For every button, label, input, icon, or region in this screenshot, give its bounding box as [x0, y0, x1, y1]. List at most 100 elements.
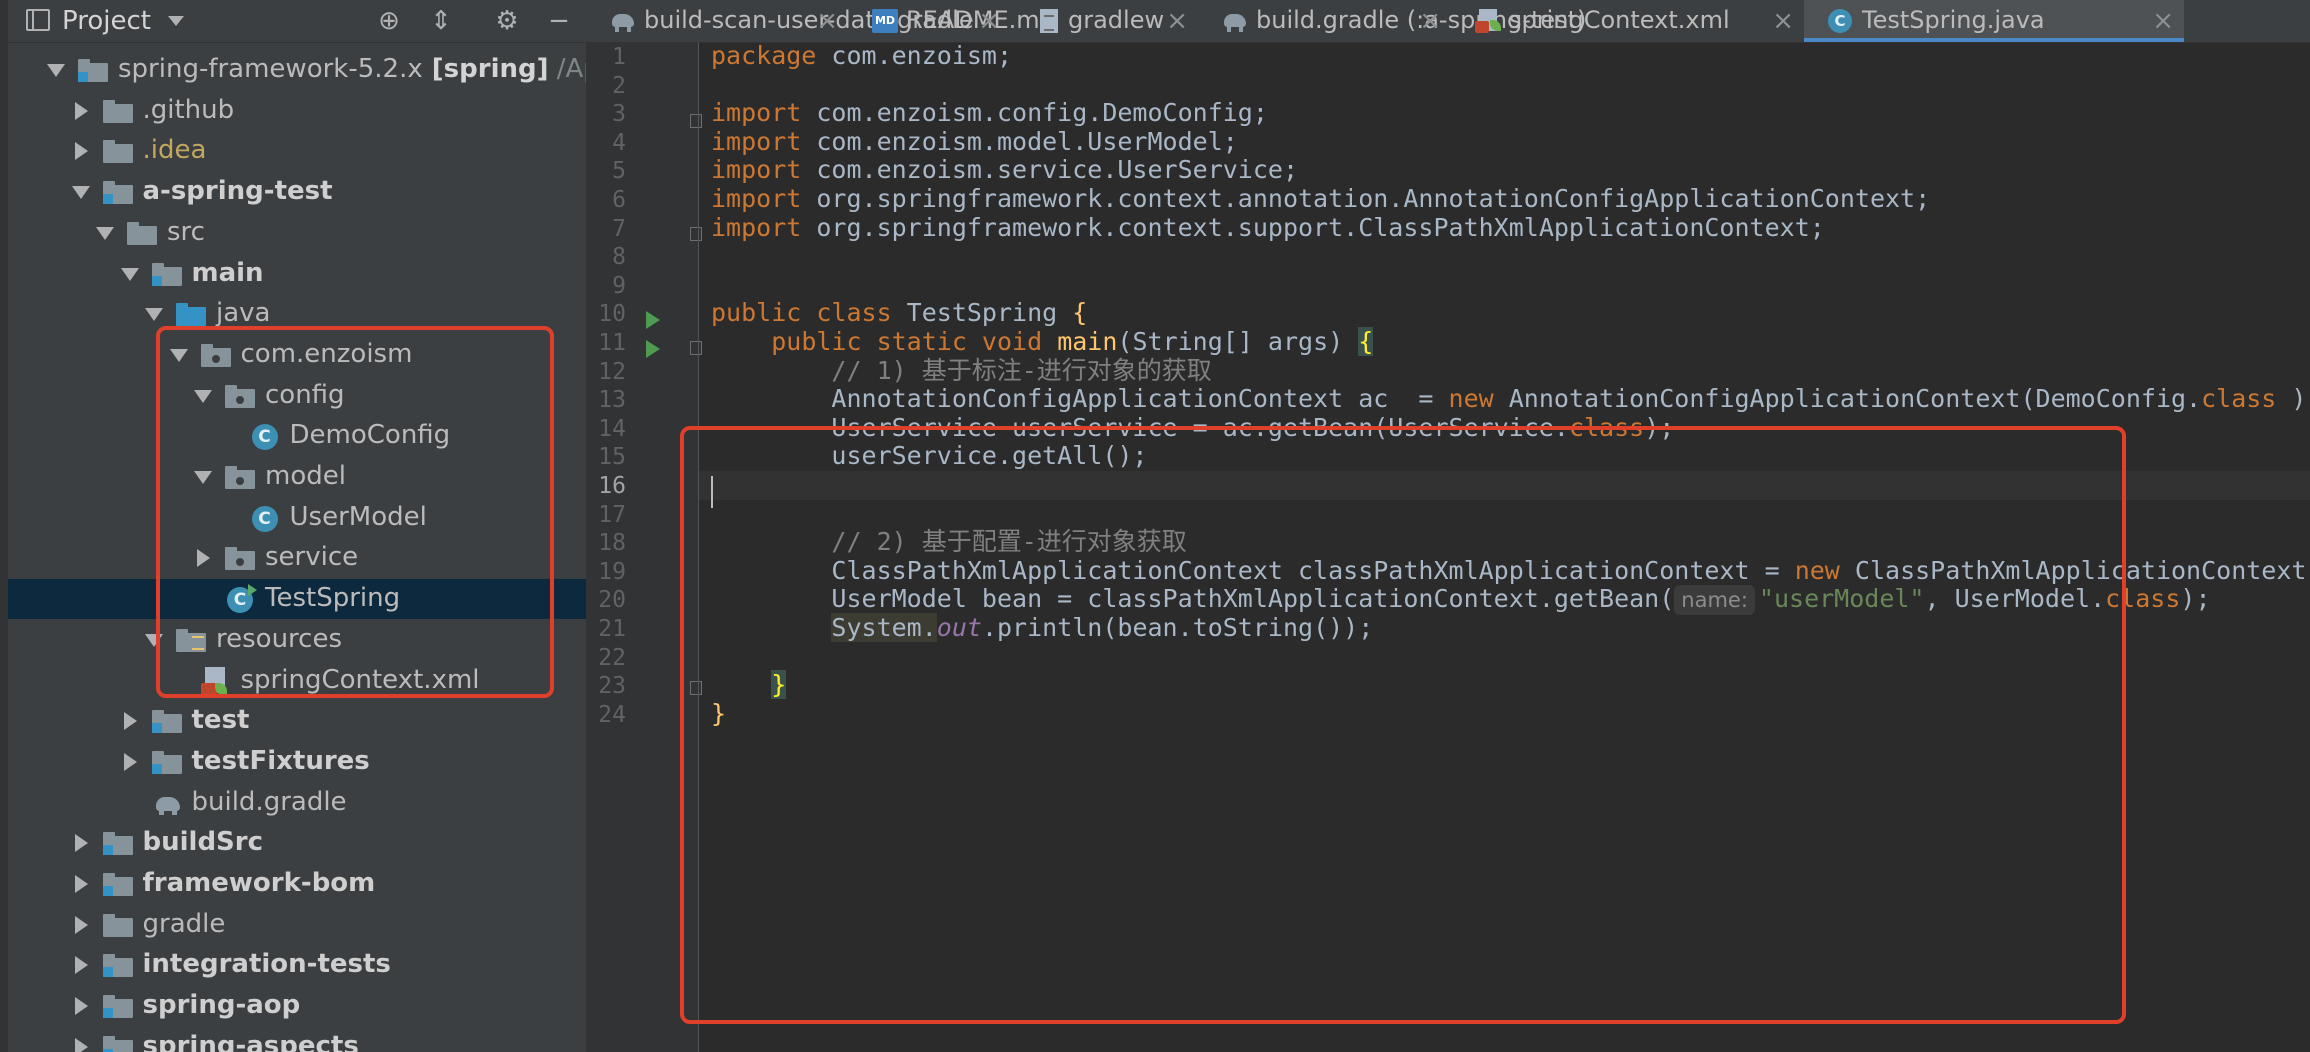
code-line: import org.springframework.context.suppo…	[699, 212, 2310, 243]
close-icon[interactable]: ×	[978, 6, 1000, 36]
tab-testspring-java[interactable]: C TestSpring.java ×	[1804, 0, 2184, 42]
code-line: AnnotationConfigApplicationContext ac = …	[699, 384, 2310, 414]
module-folder-icon	[102, 180, 133, 205]
run-icon[interactable]	[646, 311, 660, 330]
tree-item-gradle[interactable]: gradle	[0, 905, 586, 945]
code-token: org.springframework.context.support.Clas…	[816, 212, 1825, 242]
hide-icon[interactable]: −	[544, 6, 574, 36]
collapse-arrow-icon[interactable]	[197, 549, 210, 568]
expand-arrow-icon[interactable]	[145, 633, 163, 647]
collapse-arrow-icon[interactable]	[74, 875, 88, 893]
tree-item-name: a-spring-test	[142, 176, 333, 207]
expand-arrow-icon[interactable]	[71, 186, 90, 200]
chevron-down-icon[interactable]	[168, 16, 184, 26]
gear-icon[interactable]: ⚙	[492, 6, 522, 36]
expand-arrow-icon[interactable]	[145, 308, 163, 322]
code-token: com.enzoism.config.DemoConfig;	[816, 98, 1268, 128]
tree-item-resources[interactable]: resources	[0, 620, 586, 660]
close-icon[interactable]: ×	[1166, 6, 1188, 36]
tab-build-scan-user-data-gradle[interactable]: build-scan-user-data.gradle ×	[586, 0, 974, 42]
tree-item-name: .github	[142, 94, 235, 125]
collapse-arrow-icon[interactable]	[74, 997, 88, 1016]
code-line: }	[699, 699, 2310, 729]
tree-item--idea[interactable]: .idea	[0, 131, 586, 171]
tree-item-usermodel[interactable]: C UserModel	[0, 498, 586, 538]
tree-item-name: UserModel	[289, 501, 427, 532]
tab-springcontext-xml[interactable]: springContext.xml ×	[1451, 0, 1804, 42]
line-number: 8	[612, 244, 626, 271]
tree-item-label: resources	[216, 624, 342, 654]
folder-icon	[127, 221, 157, 245]
collapse-all-icon[interactable]: ⇕	[426, 6, 456, 36]
close-icon[interactable]: ×	[2152, 6, 2174, 36]
tree-item-testfixtures[interactable]: testFixtures	[0, 742, 586, 782]
expand-arrow-icon[interactable]	[169, 348, 188, 362]
code-area[interactable]: package com.enzoism; import com.enzoism.c…	[699, 42, 2310, 1052]
tree-item-framework-bom[interactable]: framework-bom	[0, 864, 586, 904]
tree-item-spring-aop[interactable]: spring-aop	[0, 986, 586, 1026]
tree-item-com-enzoism[interactable]: com.enzoism	[0, 335, 586, 375]
code-line: // 1) 基于标注-进行对象的获取	[699, 356, 2310, 386]
code-token: public static void	[771, 327, 1058, 356]
collapse-arrow-icon[interactable]	[74, 101, 88, 120]
collapse-arrow-icon[interactable]	[123, 752, 137, 771]
expand-arrow-icon[interactable]	[120, 267, 139, 281]
expand-arrow-icon[interactable]	[194, 471, 212, 484]
tree-item-config[interactable]: config	[0, 376, 586, 416]
close-icon[interactable]: ×	[1772, 6, 1794, 36]
run-icon[interactable]	[646, 339, 660, 358]
tree-item-name: test	[191, 705, 250, 736]
code-token: new	[1448, 384, 1509, 414]
tab-build-gradle-a-spring-test[interactable]: build.gradle (:a-spring-test) ×	[1198, 0, 1586, 42]
tree-item-java[interactable]: java	[0, 294, 586, 334]
tab-readme-md[interactable]: MD README.md ×	[848, 0, 1055, 42]
expand-arrow-icon[interactable]	[194, 389, 212, 403]
tree-item-spring-framework-5-2-x[interactable]: spring-framework-5.2.x [spring] /Applic	[0, 50, 586, 90]
collapse-arrow-icon[interactable]	[74, 915, 88, 934]
package-icon	[225, 465, 255, 489]
tree-item-name: buildSrc	[142, 827, 264, 858]
tree-item-name: testFixtures	[191, 745, 370, 776]
locate-icon[interactable]: ⊕	[374, 6, 404, 36]
close-icon[interactable]: ×	[816, 6, 838, 36]
project-panel-title[interactable]: Project	[62, 6, 151, 36]
tree-item-name: com.enzoism	[240, 338, 413, 369]
tree-item-module-tag: [spring]	[422, 54, 549, 84]
collapse-arrow-icon[interactable]	[74, 834, 88, 853]
tree-item-integration-tests[interactable]: integration-tests	[0, 945, 586, 985]
tree-item-democonfig[interactable]: C DemoConfig	[0, 416, 586, 456]
line-number: 9	[612, 272, 626, 299]
collapse-arrow-icon[interactable]	[74, 956, 88, 975]
line-number: 2	[612, 72, 626, 99]
code-token: import	[711, 155, 817, 185]
tree-item-label: spring-aop	[143, 990, 301, 1020]
code-line: System.out.println(bean.toString());	[699, 613, 2310, 643]
editor-gutter[interactable]: 1 2 3 4 5 6 7 8 9 10 11 12 13 14 15 16 17 18 19 20 21 22 23 24	[586, 42, 702, 1052]
tree-item-buildsrc[interactable]: buildSrc	[0, 823, 586, 863]
tree-item-test[interactable]: test	[0, 701, 586, 741]
tab-gradlew[interactable]: gradlew ×	[1010, 0, 1198, 42]
tree-item--github[interactable]: .github	[0, 91, 586, 131]
expand-arrow-icon[interactable]	[96, 226, 114, 240]
collapse-arrow-icon[interactable]	[74, 1037, 88, 1052]
tree-item-testspring[interactable]: C TestSpring	[0, 579, 586, 620]
tree-item-model[interactable]: model	[0, 457, 586, 497]
tree-item-label: .idea	[143, 135, 207, 165]
tree-item-service[interactable]: service	[0, 538, 586, 578]
tree-item-main[interactable]: main	[0, 254, 586, 294]
tree-item-spring-aspects[interactable]: spring-aspects	[0, 1027, 586, 1052]
tree-item-a-spring-test[interactable]: a-spring-test	[0, 172, 586, 212]
tree-item-springcontext-xml[interactable]: springContext.xml	[0, 661, 586, 701]
java-class-icon: C	[227, 584, 257, 614]
collapse-arrow-icon[interactable]	[74, 142, 88, 161]
markdown-icon: MD	[872, 9, 898, 33]
code-token: UserModel bean = classPathXmlApplication…	[711, 584, 1675, 614]
close-icon[interactable]: ×	[1419, 6, 1441, 36]
collapse-arrow-icon[interactable]	[123, 712, 137, 731]
package-icon	[200, 343, 231, 367]
module-folder-icon	[151, 262, 182, 286]
tree-item-src[interactable]: src	[0, 213, 586, 253]
module-folder-icon	[102, 831, 133, 856]
tree-item-build-gradle[interactable]: build.gradle	[0, 783, 586, 823]
expand-arrow-icon[interactable]	[47, 64, 65, 77]
